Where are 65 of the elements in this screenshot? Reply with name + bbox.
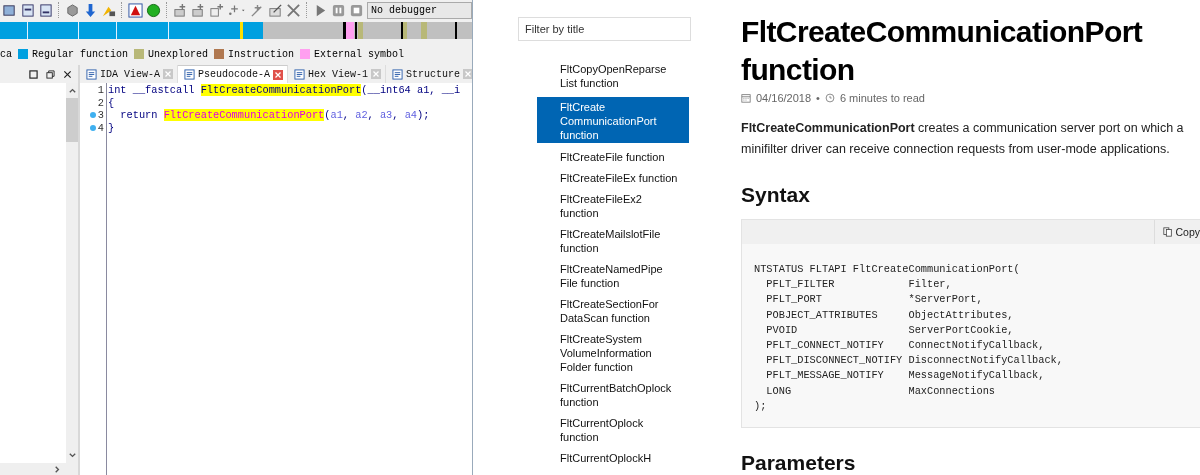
legend-label: Regular function	[32, 48, 129, 60]
syntax-code: NTSTATUS FLTAPI FltCreateCommunicationPort( PFLT_FILTER Filter, PFLT_PORT *ServerPort, POBJECT_ATTRIBUTES ObjectAttributes, PVOID ServerPortCookie, PFLT_CONNECT_NOTIFY ConnectNotifyCallback, PFLT_DISCONNECT_NOTIFY DisconnectNotifyCallback, PFLT_MESSAGE_NOTIFY MessageNotifyCallback, LONG MaxConnections );	[753, 262, 1064, 414]
toc-link[interactable]: FltCurrentOplockH	[537, 451, 689, 465]
breakpoint-dot[interactable]	[89, 112, 96, 119]
document-icon	[184, 69, 195, 80]
toc-link[interactable]: FltCreateFileEx2 function	[537, 192, 689, 220]
section-heading: Syntax	[741, 182, 811, 208]
legend-label: External symbol	[314, 48, 405, 60]
legend-label: Instruction	[228, 48, 295, 60]
read-time: 6 minutes to read	[839, 92, 925, 104]
add-icon[interactable]	[209, 2, 224, 18]
document-icon	[294, 68, 306, 80]
document-icon	[86, 68, 97, 80]
scroll-thumb[interactable]	[66, 98, 78, 142]
toc-link[interactable]: FltCreate CommunicationPort function	[537, 97, 689, 143]
code-line: {	[108, 96, 116, 109]
toc-link[interactable]: FltCopyOpenReparse List function	[537, 62, 689, 90]
separator-dot: •	[816, 92, 820, 104]
pause-icon[interactable]	[331, 2, 346, 18]
add-icon[interactable]	[173, 2, 188, 18]
code-line: int __fastcall FltCreateCommunicationPort(__int64 a1, __i	[108, 84, 461, 97]
edit-icon[interactable]	[268, 2, 283, 18]
toc-link[interactable]: FltCreateSystem VolumeInformation Folder function	[537, 332, 689, 374]
breakpoint-dot[interactable]	[89, 124, 96, 131]
toc-link[interactable]: FltCurrentOplock function	[537, 416, 689, 444]
clock-icon	[824, 93, 835, 103]
code-line: return FltCreateCommunicationPort(a1, a2, a3, a4);	[119, 109, 431, 122]
line-number: 1	[97, 84, 104, 97]
line-number: 3	[97, 109, 104, 122]
down-arrow-icon[interactable]	[83, 2, 98, 18]
circle-icon[interactable]	[146, 2, 161, 18]
maximize-icon[interactable]	[29, 69, 38, 79]
description-text: FltCreateCommunicationPort creates a communication server port on which a minifilter driver can receive connection requests from user-mode applications.	[741, 120, 1185, 158]
toc-link[interactable]: FltCreateSectionFor DataScan function	[537, 297, 689, 325]
add-icon[interactable]	[191, 2, 206, 18]
legend-label: Unexplored	[148, 48, 209, 60]
warning-icon[interactable]	[128, 2, 143, 18]
scroll-right-icon[interactable]	[53, 464, 62, 474]
toc-link[interactable]: FltCreateFile function	[537, 150, 689, 164]
close-icon[interactable]	[63, 69, 72, 79]
restore-icon[interactable]	[46, 69, 55, 79]
editor-tab[interactable]: Pseudocode-A	[178, 65, 289, 83]
document-icon	[392, 68, 404, 80]
legend-label: ca	[0, 48, 12, 60]
stop-icon[interactable]	[349, 2, 364, 18]
copy-icon	[1163, 227, 1174, 237]
calendar-icon	[741, 93, 751, 103]
toc-link[interactable]: FltCreateFileEx function	[537, 171, 689, 185]
list-icon[interactable]	[38, 2, 53, 18]
line-number: 4	[97, 121, 104, 134]
page-title: FltCreateCommunicationPort function	[741, 14, 1144, 88]
copy-button[interactable]: Copy	[1154, 220, 1200, 244]
line-number: 2	[97, 96, 104, 109]
scrollbar[interactable]	[0, 463, 78, 475]
code-line: }	[108, 121, 116, 134]
toc-link[interactable]: FltCurrentBatchOplock function	[537, 381, 689, 409]
toc-link[interactable]: FltCreateMailslotFile function	[537, 227, 689, 255]
cube-icon[interactable]	[65, 2, 80, 18]
date-text: 04/16/2018	[756, 92, 812, 104]
scroll-down-icon[interactable]	[67, 451, 77, 460]
scroll-up-icon[interactable]	[67, 86, 77, 95]
toc-link[interactable]: FltCreateNamedPipe File function	[537, 262, 689, 290]
debugger-select[interactable]: No debugger	[367, 1, 472, 19]
filter-field[interactable]: Filter by title	[518, 17, 691, 41]
section-heading: Parameters	[741, 450, 857, 475]
